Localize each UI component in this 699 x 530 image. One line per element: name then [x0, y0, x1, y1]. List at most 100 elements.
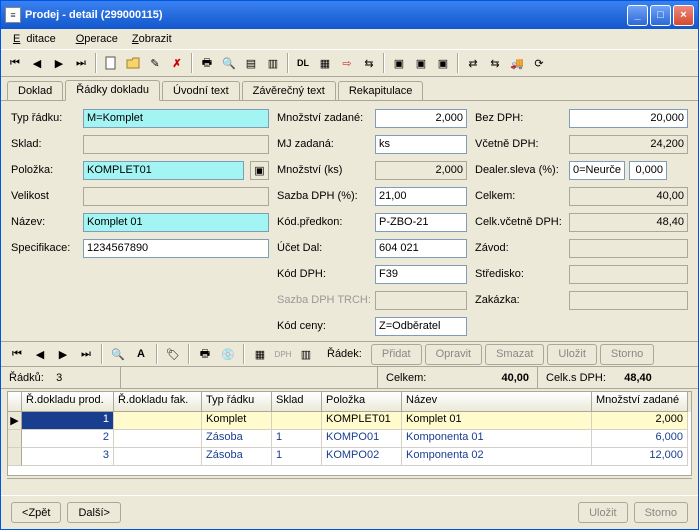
row-first-icon[interactable]: ⏮	[7, 344, 27, 364]
smazat-button[interactable]: Smazat	[485, 344, 544, 365]
row-last-icon[interactable]: ⏭	[76, 344, 96, 364]
typ-radku-field[interactable]: M=Komplet	[83, 109, 269, 128]
refresh-icon[interactable]: ⟳	[529, 53, 549, 73]
cdph-status-value: 48,40	[624, 372, 652, 384]
row-tag-icon[interactable]: 🏷	[163, 344, 183, 364]
dealer-sleva-value-field[interactable]: 0,000	[629, 161, 667, 180]
doc1-icon[interactable]: ▤	[241, 53, 261, 73]
grid-header-typ-radku[interactable]: Typ řádku	[202, 392, 272, 412]
table-row[interactable]: 2Zásoba1KOMPO01Komponenta 016,000	[8, 430, 691, 448]
menu-zobrazit[interactable]: Zobrazit	[126, 32, 178, 46]
bottom-storno-button[interactable]: Storno	[634, 502, 688, 523]
opravit-button[interactable]: Opravit	[425, 344, 482, 365]
dalsi-button[interactable]: Další >	[67, 502, 121, 523]
polozka-lookup-button[interactable]: ▣	[250, 161, 269, 180]
row-next-icon[interactable]: ▶	[53, 344, 73, 364]
mnozstvi-zadane-field[interactable]: 2,000	[375, 109, 467, 128]
row-search-icon[interactable]: 🔍	[108, 344, 128, 364]
nav-next-icon[interactable]: ▶	[49, 53, 69, 73]
tab-uvodni-text[interactable]: Úvodní text	[162, 81, 240, 100]
tab-zaverecny-text[interactable]: Závěrečný text	[242, 81, 336, 100]
row-print-icon[interactable]: 🖶	[195, 344, 215, 364]
dealer-sleva-label: Dealer.sleva (%):	[475, 164, 565, 176]
sazba-dph-trch-field	[375, 291, 467, 310]
row-font-icon[interactable]: A	[131, 344, 151, 364]
link1-icon[interactable]: ⇄	[463, 53, 483, 73]
nazev-label: Název:	[11, 216, 79, 228]
mj-zadana-field[interactable]: ks	[375, 135, 467, 154]
horizontal-scrollbar[interactable]	[7, 478, 692, 495]
ucet-dal-field[interactable]: 604 021	[375, 239, 467, 258]
zpet-button[interactable]: < Zpět	[11, 502, 61, 523]
bez-dph-field[interactable]: 20,000	[569, 109, 688, 128]
maximize-button[interactable]: □	[650, 5, 671, 26]
print-icon[interactable]: 🖶	[197, 53, 217, 73]
sklad-label: Sklad:	[11, 138, 79, 150]
preview-icon[interactable]: 🔍	[219, 53, 239, 73]
close-button[interactable]: ×	[673, 5, 694, 26]
kod-predkon-field[interactable]: P-ZBO-21	[375, 213, 467, 232]
transfer-icon[interactable]: ⇆	[359, 53, 379, 73]
doc2-icon[interactable]: ▥	[263, 53, 283, 73]
minimize-button[interactable]: _	[627, 5, 648, 26]
grid-header-marker[interactable]	[8, 392, 22, 412]
delete-icon[interactable]: ✗	[167, 53, 187, 73]
bottom-bar: < Zpět Další > Uložit Storno	[1, 495, 698, 529]
kod-ceny-label: Kód ceny:	[277, 320, 371, 332]
grid-header-sklad[interactable]: Sklad	[272, 392, 322, 412]
kod-predkon-label: Kód.předkon:	[277, 216, 371, 228]
specifikace-label: Specifikace:	[11, 242, 79, 254]
polozka-field[interactable]: KOMPLET01	[83, 161, 244, 180]
ulozit-button[interactable]: Uložit	[547, 344, 597, 365]
open-icon[interactable]	[123, 53, 143, 73]
nav-last-icon[interactable]: ⏭	[71, 53, 91, 73]
radek-label: Řádek:	[327, 348, 362, 360]
data-grid[interactable]: Ř.dokladu prod. Ř.dokladu fak. Typ řádku…	[7, 391, 692, 476]
pridat-button[interactable]: Přidat	[371, 344, 422, 365]
row-grid-icon[interactable]: ▦	[250, 344, 270, 364]
kod-ceny-field[interactable]: Z=Odběratel	[375, 317, 467, 336]
new-icon[interactable]	[101, 53, 121, 73]
menu-editace[interactable]: Editace	[7, 32, 68, 46]
specifikace-field[interactable]: 1234567890	[83, 239, 269, 258]
app-icon: ≡	[5, 7, 21, 23]
bottom-ulozit-button[interactable]: Uložit	[578, 502, 628, 523]
row-dph-icon[interactable]: DPH	[273, 344, 293, 364]
dealer-sleva-type-field[interactable]: 0=Neurče	[569, 161, 625, 180]
sazba-dph-field[interactable]: 21,00	[375, 187, 467, 206]
row-disc-icon[interactable]: 💿	[218, 344, 238, 364]
tabs: Doklad Řádky dokladu Úvodní text Závěreč…	[1, 79, 698, 101]
tab-rekapitulace[interactable]: Rekapitulace	[338, 81, 424, 100]
tab-doklad[interactable]: Doklad	[7, 81, 63, 100]
row-prev-icon[interactable]: ◀	[30, 344, 50, 364]
table-row[interactable]: ▶1KompletKOMPLET01Komplet 012,000	[8, 412, 691, 430]
typ-radku-label: Typ řádku:	[11, 112, 79, 124]
menu-operace[interactable]: Operace	[70, 32, 124, 46]
row-calendar-icon[interactable]: ▥	[296, 344, 316, 364]
sazba-dph-label: Sazba DPH (%):	[277, 190, 371, 202]
grid-header-polozka[interactable]: Položka	[322, 392, 402, 412]
link2-icon[interactable]: ⇆	[485, 53, 505, 73]
action2-icon[interactable]: ▣	[411, 53, 431, 73]
grid-header-mnozstvi[interactable]: Množství zadané	[592, 392, 688, 412]
truck-icon[interactable]: 🚚	[507, 53, 527, 73]
nazev-field[interactable]: Komplet 01	[83, 213, 269, 232]
edit-icon[interactable]: ✎	[145, 53, 165, 73]
kod-dph-field[interactable]: F39	[375, 265, 467, 284]
tab-radky-dokladu[interactable]: Řádky dokladu	[65, 80, 160, 101]
grid-header-rdokladu-prod[interactable]: Ř.dokladu prod.	[22, 392, 114, 412]
action3-icon[interactable]: ▣	[433, 53, 453, 73]
table-row[interactable]: 3Zásoba1KOMPO02Komponenta 0212,000	[8, 448, 691, 466]
export-icon[interactable]: ⇨	[337, 53, 357, 73]
action1-icon[interactable]: ▣	[389, 53, 409, 73]
grid-header-rdokladu-fak[interactable]: Ř.dokladu fak.	[114, 392, 202, 412]
nav-prev-icon[interactable]: ◀	[27, 53, 47, 73]
nav-first-icon[interactable]: ⏮	[5, 53, 25, 73]
grid-header-nazev[interactable]: Název	[402, 392, 592, 412]
dl-icon[interactable]: DL	[293, 53, 313, 73]
stredisko-label: Středisko:	[475, 268, 565, 280]
vcetne-dph-field: 24,200	[569, 135, 688, 154]
list-icon[interactable]: ▦	[315, 53, 335, 73]
storno-button[interactable]: Storno	[600, 344, 654, 365]
velikost-field	[83, 187, 269, 206]
